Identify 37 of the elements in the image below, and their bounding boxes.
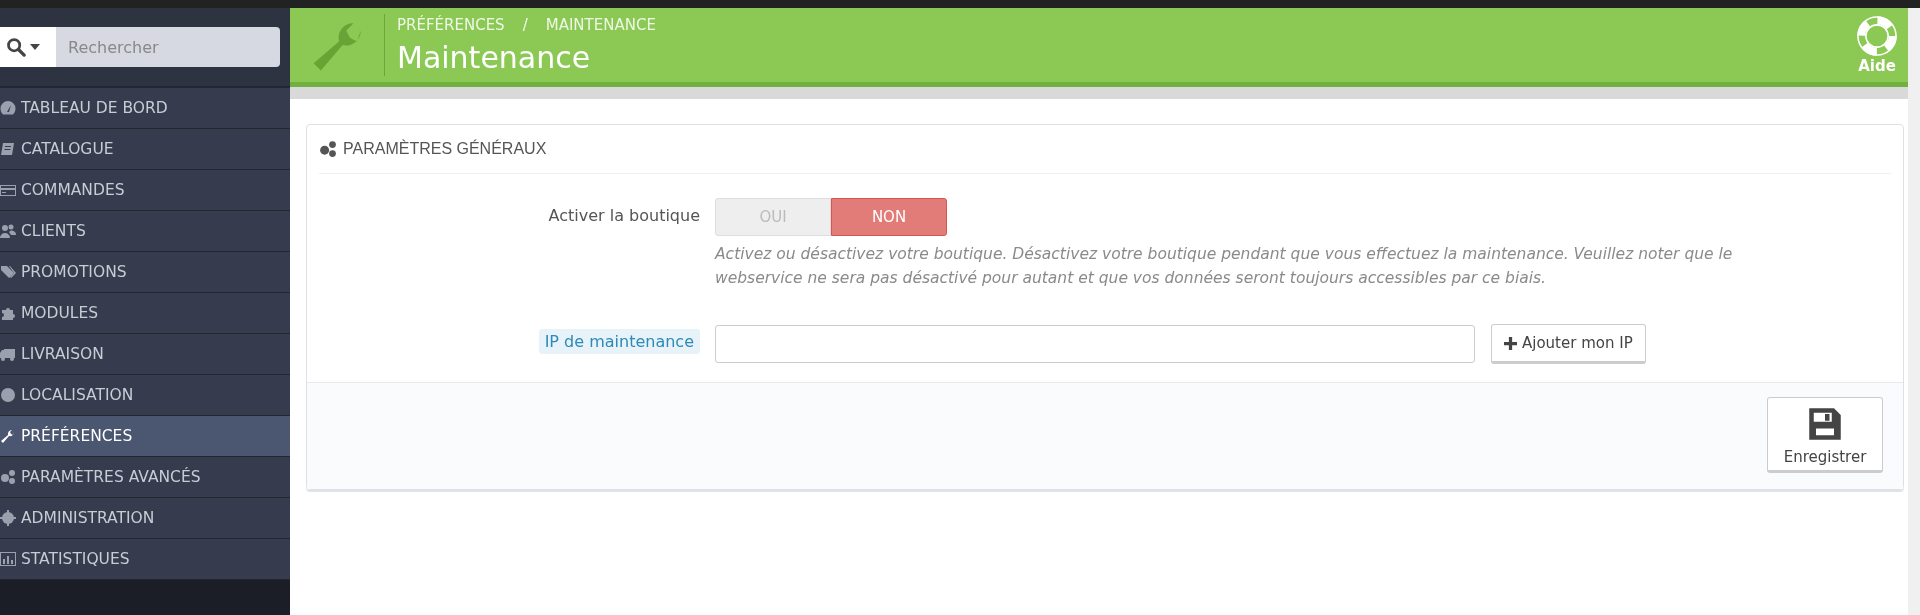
sidebar-item[interactable]: CATALOGUE [0,129,290,170]
sidebar-item[interactable]: CLIENTS [0,211,290,252]
gauge-icon [0,100,16,116]
help-text: Activez ou désactivez votre boutique. Désactivez votre boutique pendant que vous effectuez la maintenance. Veuillez noter que le webservice ne sera pas désactivé pour autant et que vos données seront toujours accessibles par ce biais. [715,244,1734,289]
book-icon [0,141,16,157]
plus-icon [1504,336,1517,350]
search-icon [6,37,26,57]
sidebar-item[interactable]: STATISTIQUES [0,539,290,580]
sidebar-item[interactable]: LIVRAISON [0,334,290,375]
users-icon [0,223,16,239]
search-dropdown-button[interactable] [0,27,56,67]
breadcrumb-separator: / [522,15,528,34]
truck-icon [0,346,16,362]
puzzle-icon [0,305,16,321]
add-ip-button[interactable]: Ajouter mon IP [1491,324,1646,365]
search-field[interactable]: Rechercher [56,27,280,67]
sidebar-item[interactable]: PARAMÈTRES AVANCÉS [0,457,290,498]
save-button[interactable]: Enregistrer [1767,397,1883,474]
bar-chart-icon [0,551,16,567]
tags-icon [0,264,16,280]
field-label: Activer la boutique [548,205,700,227]
credit-card-icon [0,182,16,198]
ip-input-field[interactable] [715,325,1475,364]
sidebar-item[interactable]: ADMINISTRATION [0,498,290,539]
panel-title: PARAMÈTRES GÉNÉRAUX [343,140,547,158]
sidebar-item[interactable]: LOCALISATION [0,375,290,416]
sidebar-item[interactable]: PROMOTIONS [0,252,290,293]
field-label: IP de maintenance [538,329,700,355]
sidebar-item[interactable]: PRÉFÉRENCES [0,416,290,457]
wrench-icon [0,428,16,444]
help-label: Aide [1858,57,1896,75]
caret-icon [30,44,40,50]
sidebar-item[interactable]: COMMANDES [0,170,290,211]
sidebar-item[interactable]: MODULES [0,293,290,334]
sidebar-item[interactable]: TABLEAU DE BORD [0,88,290,129]
page-title: Maintenance [397,39,592,75]
lifebuoy-icon [1856,15,1898,57]
